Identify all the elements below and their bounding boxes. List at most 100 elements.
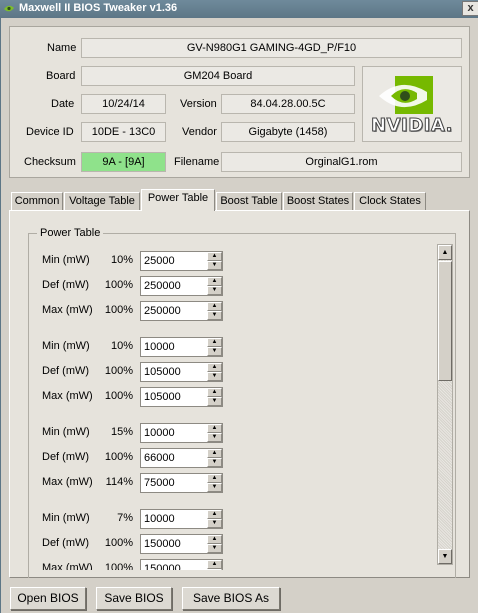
checksum-field[interactable]: 9A - [9A] (81, 152, 166, 172)
power-value-spinner[interactable]: 25000 ▲ ▼ (140, 251, 223, 271)
power-value-input[interactable]: 10000 (144, 341, 175, 353)
spin-down-arrow-icon[interactable]: ▼ (207, 311, 222, 320)
spin-up-arrow-icon[interactable]: ▲ (207, 338, 222, 347)
spinner-buttons: ▲▼ (207, 363, 222, 381)
checksum-label: Checksum (24, 156, 76, 168)
name-field[interactable]: GV-N980G1 GAMING-4GD_P/F10 (81, 38, 462, 58)
spin-down-arrow-icon[interactable]: ▼ (207, 483, 222, 492)
power-value-input[interactable]: 25000 (144, 255, 175, 267)
spin-down-arrow-icon[interactable]: ▼ (207, 519, 222, 528)
spin-down-arrow-icon[interactable]: ▼ (207, 544, 222, 553)
power-table-row: Max (mW) 100% 250000 ▲ ▼ (33, 300, 433, 322)
vendor-field[interactable]: Gigabyte (1458) (221, 122, 355, 142)
power-value-input[interactable]: 250000 (144, 305, 181, 317)
power-value-input[interactable]: 105000 (144, 391, 181, 403)
power-table-row: Def (mW) 100% 150000 ▲ ▼ (33, 533, 433, 555)
open-bios-button[interactable]: Open BIOS (10, 587, 86, 610)
spinner-buttons: ▲▼ (207, 338, 222, 356)
board-field[interactable]: GM204 Board (81, 66, 355, 86)
date-label: Date (51, 98, 75, 110)
spin-down-arrow-icon[interactable]: ▼ (207, 286, 222, 295)
spin-down-arrow-icon[interactable]: ▼ (207, 261, 222, 270)
spin-down-arrow-icon[interactable]: ▼ (207, 397, 222, 406)
window-title: Maxwell II BIOS Tweaker v1.36 (19, 2, 178, 14)
tab-voltage-table[interactable]: Voltage Table (64, 192, 140, 210)
power-value-spinner[interactable]: 250000 ▲ ▼ (140, 276, 223, 296)
power-value-spinner[interactable]: 66000 ▲ ▼ (140, 448, 223, 468)
row-label: Def (mW) (42, 279, 90, 291)
filename-field[interactable]: OrginalG1.rom (221, 152, 462, 172)
spinner-buttons: ▲▼ (207, 474, 222, 492)
version-label: Version (180, 98, 217, 110)
power-table-row: Min (mW) 10% 25000 ▲ ▼ (33, 250, 433, 272)
row-percent: 10% (110, 254, 133, 266)
spin-up-arrow-icon[interactable]: ▲ (207, 510, 222, 519)
spin-up-arrow-icon[interactable]: ▲ (207, 252, 222, 261)
scroll-thumb[interactable] (438, 261, 452, 381)
row-label: Def (mW) (42, 365, 90, 377)
power-value-spinner[interactable]: 150000 ▲▼ (140, 534, 223, 554)
power-value-spinner[interactable]: 10000 ▲ ▼ (140, 423, 223, 443)
spin-up-arrow-icon[interactable]: ▲ (207, 363, 222, 372)
version-field[interactable]: 84.04.28.00.5C (221, 94, 355, 114)
spin-down-arrow-icon[interactable]: ▼ (207, 347, 222, 356)
tab-power-table[interactable]: Power Table (141, 189, 215, 211)
nvidia-wordmark: NVIDIA. (371, 115, 453, 137)
save-bios-as-button[interactable]: Save BIOS As (182, 587, 280, 610)
spin-up-arrow-icon[interactable]: ▲ (207, 474, 222, 483)
tab-common[interactable]: Common (11, 192, 63, 210)
spin-up-arrow-icon[interactable]: ▲ (207, 277, 222, 286)
close-button[interactable]: x (462, 1, 478, 16)
power-table-row: Min (mW) 7% 10000 ▲ ▼ (33, 508, 433, 530)
power-table-row: Min (mW) 15% 10000 ▲ ▼ (33, 422, 433, 444)
spin-up-arrow-icon[interactable]: ▲ (207, 388, 222, 397)
scroll-up-arrow-icon[interactable]: ▲ (438, 245, 452, 260)
tab-boost-states[interactable]: Boost States (283, 192, 353, 210)
row-percent: 100% (104, 304, 133, 316)
power-table-row: Def (mW) 100% 66000 ▲ ▼ (33, 447, 433, 469)
spin-up-arrow-icon[interactable]: ▲ (207, 560, 222, 569)
power-value-input[interactable]: 250000 (144, 280, 181, 292)
spinner-buttons: ▲▼ (207, 510, 222, 528)
power-value-spinner[interactable]: 250000 ▲ ▼ (140, 301, 223, 321)
date-field[interactable]: 10/24/14 (81, 94, 166, 114)
spin-up-arrow-icon[interactable]: ▲ (207, 424, 222, 433)
power-value-spinner[interactable]: 105000 ▲ ▼ (140, 362, 223, 382)
spin-up-arrow-icon[interactable]: ▲ (207, 535, 222, 544)
power-value-input[interactable]: 105000 (144, 366, 181, 378)
spinner-buttons: ▲▼ (207, 302, 222, 320)
spin-down-arrow-icon[interactable]: ▼ (207, 458, 222, 467)
vertical-scrollbar[interactable]: ▲ ▼ (437, 244, 453, 565)
power-value-spinner[interactable]: 150000 ▲▼ (140, 559, 223, 570)
row-percent: 100% (104, 365, 133, 377)
power-value-spinner[interactable]: 75000 ▲ ▼ (140, 473, 223, 493)
power-table-row: Def (mW) 100% 105000 ▲ ▼ (33, 361, 433, 383)
tab-clock-states[interactable]: Clock States (354, 192, 426, 210)
power-table-row: Def (mW) 100% 250000 ▲ ▼ (33, 275, 433, 297)
save-bios-button[interactable]: Save BIOS (96, 587, 172, 610)
board-label: Board (46, 70, 76, 82)
spin-up-arrow-icon[interactable]: ▲ (207, 449, 222, 458)
scroll-down-arrow-icon[interactable]: ▼ (438, 549, 452, 564)
power-value-spinner[interactable]: 10000 ▲ ▼ (140, 509, 223, 529)
spin-down-arrow-icon[interactable]: ▼ (207, 569, 222, 570)
row-label: Min (mW) (42, 426, 90, 438)
row-percent: 100% (104, 390, 133, 402)
power-value-input[interactable]: 10000 (144, 427, 175, 439)
power-value-spinner[interactable]: 105000 ▲ ▼ (140, 387, 223, 407)
spin-up-arrow-icon[interactable]: ▲ (207, 302, 222, 311)
power-value-input[interactable]: 150000 (144, 563, 181, 570)
power-value-input[interactable]: 75000 (144, 477, 175, 489)
power-value-spinner[interactable]: 10000 ▲ ▼ (140, 337, 223, 357)
device-id-field[interactable]: 10DE - 13C0 (81, 122, 166, 142)
tab-boost-table[interactable]: Boost Table (216, 192, 282, 210)
name-label: Name (47, 42, 77, 54)
spin-down-arrow-icon[interactable]: ▼ (207, 433, 222, 442)
nvidia-eye-icon (3, 3, 15, 14)
row-percent: 15% (110, 426, 133, 438)
power-value-input[interactable]: 10000 (144, 513, 175, 525)
spin-down-arrow-icon[interactable]: ▼ (207, 372, 222, 381)
power-value-input[interactable]: 66000 (144, 452, 175, 464)
power-value-input[interactable]: 150000 (144, 538, 181, 550)
nvidia-eye-icon (379, 76, 433, 114)
